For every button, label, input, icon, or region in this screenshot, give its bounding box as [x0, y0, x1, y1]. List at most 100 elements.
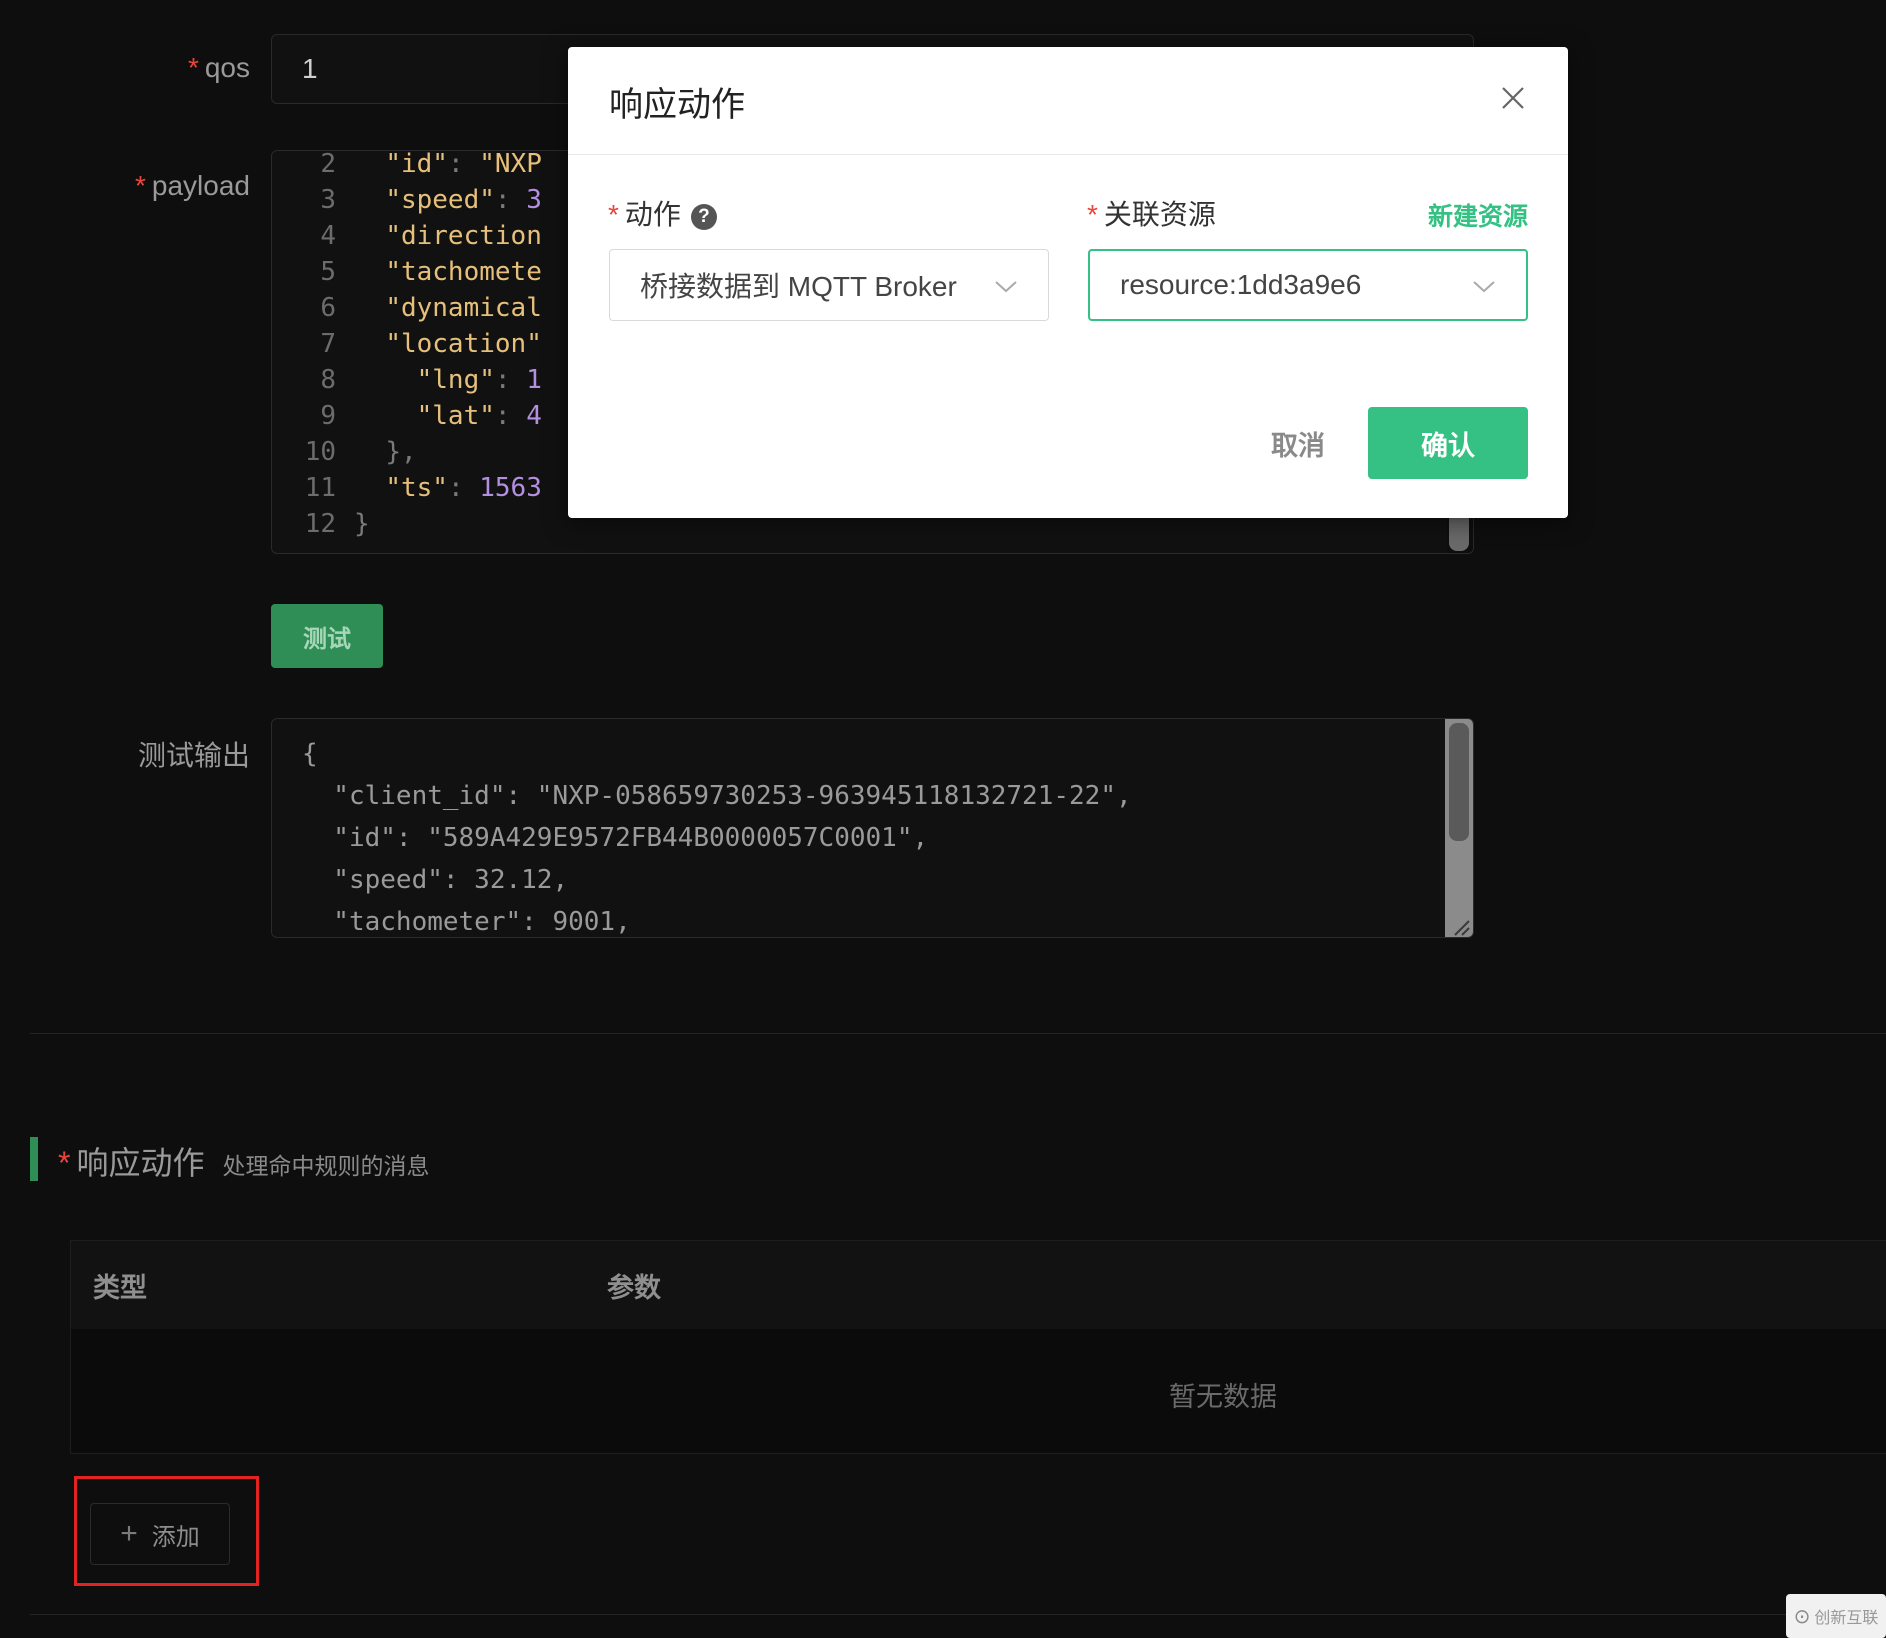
plus-icon: + — [120, 1517, 138, 1550]
line-number: 3 — [320, 185, 336, 215]
test-output-line: { — [302, 739, 318, 769]
test-output-line: "tachometer": 9001, — [302, 907, 631, 937]
code-value: "NXP — [479, 150, 542, 179]
line-number: 12 — [304, 509, 336, 539]
action-label-text: 动作 — [624, 199, 681, 230]
resource-select[interactable]: resource:1dd3a9e6 — [1088, 249, 1528, 321]
cancel-button-label: 取消 — [1271, 430, 1325, 461]
qos-label: * qos — [0, 52, 250, 84]
line-number: 11 — [304, 473, 336, 503]
modal-header: 响应动作 — [568, 47, 1568, 155]
code-punctuation: : — [494, 185, 527, 215]
test-output-label-text: 测试输出 — [137, 740, 250, 771]
actions-section-subtitle: 处理命中规则的消息 — [222, 1153, 430, 1179]
confirm-button[interactable]: 确认 — [1368, 407, 1528, 479]
test-output-lines: { "client_id": "NXP-058659730253-9639451… — [302, 733, 1473, 937]
code-punctuation: : — [494, 401, 527, 431]
actions-table: 类型 参数 暂无数据 — [70, 1240, 1886, 1454]
test-output-box[interactable]: { "client_id": "NXP-058659730253-9639451… — [271, 718, 1474, 938]
chevron-down-icon — [994, 269, 1018, 301]
code-key: "dynamical — [385, 293, 542, 323]
code-key: "location" — [385, 329, 542, 359]
section-divider — [30, 1033, 1886, 1034]
confirm-button-label: 确认 — [1421, 430, 1475, 461]
help-icon[interactable]: ? — [690, 203, 717, 230]
line-number: 8 — [320, 365, 336, 395]
section-accent-bar — [30, 1137, 38, 1181]
code-value: 4 — [526, 401, 542, 431]
payload-label: * payload — [0, 170, 250, 202]
new-resource-link[interactable]: 新建资源 — [1428, 197, 1528, 233]
code-value: 1 — [526, 365, 542, 395]
column-header-params: 参数 — [607, 1272, 661, 1303]
payload-label-text: payload — [151, 170, 250, 201]
add-action-button-label: 添加 — [151, 1523, 200, 1551]
line-number: 7 — [320, 329, 336, 359]
resize-handle-icon[interactable] — [1449, 915, 1471, 937]
line-number: 5 — [320, 257, 336, 287]
required-mark: * — [135, 170, 146, 201]
modal-title: 响应动作 — [609, 86, 745, 124]
required-mark: * — [187, 52, 199, 83]
watermark-text: 创新互联 — [1814, 1610, 1879, 1627]
qos-label-text: qos — [204, 52, 250, 83]
test-output-line: "client_id": "NXP-058659730253-963945118… — [302, 781, 1132, 811]
action-select[interactable]: 桥接数据到 MQTT Broker — [609, 249, 1049, 321]
close-icon[interactable] — [1500, 85, 1526, 111]
output-scrollbar[interactable] — [1445, 719, 1473, 937]
line-number: 2 — [320, 150, 336, 179]
test-button[interactable]: 测试 — [271, 604, 383, 668]
resource-select-value: resource:1dd3a9e6 — [1120, 269, 1362, 300]
code-punctuation: : — [447, 473, 480, 503]
code-value: 1563 — [479, 473, 542, 503]
bottom-divider — [30, 1614, 1886, 1615]
column-header-type: 类型 — [93, 1272, 147, 1303]
action-select-value: 桥接数据到 MQTT Broker — [640, 271, 957, 302]
test-output-label: 测试输出 — [0, 734, 250, 774]
watermark-icon: ⊙ — [1793, 1605, 1811, 1628]
action-field-label: * 动作? — [608, 193, 717, 233]
code-key: "direction — [385, 221, 542, 251]
add-action-button[interactable]: + 添加 — [90, 1503, 230, 1565]
required-mark: * — [58, 1145, 71, 1181]
qos-value: 1 — [302, 53, 318, 84]
code-punctuation: } — [354, 509, 370, 539]
code-punctuation: }, — [385, 437, 417, 467]
code-key: "id" — [385, 150, 448, 179]
line-number: 6 — [320, 293, 336, 323]
actions-section-title: 响应动作 — [76, 1145, 205, 1181]
resource-label-text: 关联资源 — [1103, 199, 1216, 230]
line-number: 9 — [320, 401, 336, 431]
table-empty-text: 暂无数据 — [1169, 1382, 1277, 1412]
action-modal: 响应动作 * 动作? 桥接数据到 MQTT Broker * 关联资源 新建资源 r… — [568, 47, 1568, 518]
watermark-logo: ⊙ 创新互联 — [1786, 1594, 1886, 1638]
output-scrollbar-thumb[interactable] — [1449, 723, 1469, 841]
test-output-line: "id": "589A429E9572FB44B0000057C0001", — [302, 823, 929, 853]
code-value: 3 — [526, 185, 542, 215]
code-key: "lng" — [416, 365, 495, 395]
test-output-line: "speed": 32.12, — [302, 865, 569, 895]
code-key: "speed" — [385, 185, 495, 215]
code-key: "lat" — [416, 401, 495, 431]
line-number: 4 — [320, 221, 336, 251]
code-key: "tachomete — [385, 257, 542, 287]
resource-field-label: * 关联资源 — [1087, 193, 1216, 233]
code-punctuation: : — [447, 150, 480, 179]
required-mark: * — [1087, 199, 1098, 230]
line-number: 10 — [304, 437, 336, 467]
chevron-down-icon — [1472, 269, 1496, 301]
test-button-label: 测试 — [303, 625, 351, 653]
code-punctuation: : — [494, 365, 527, 395]
cancel-button[interactable]: 取消 — [1228, 407, 1368, 479]
code-key: "ts" — [385, 473, 448, 503]
